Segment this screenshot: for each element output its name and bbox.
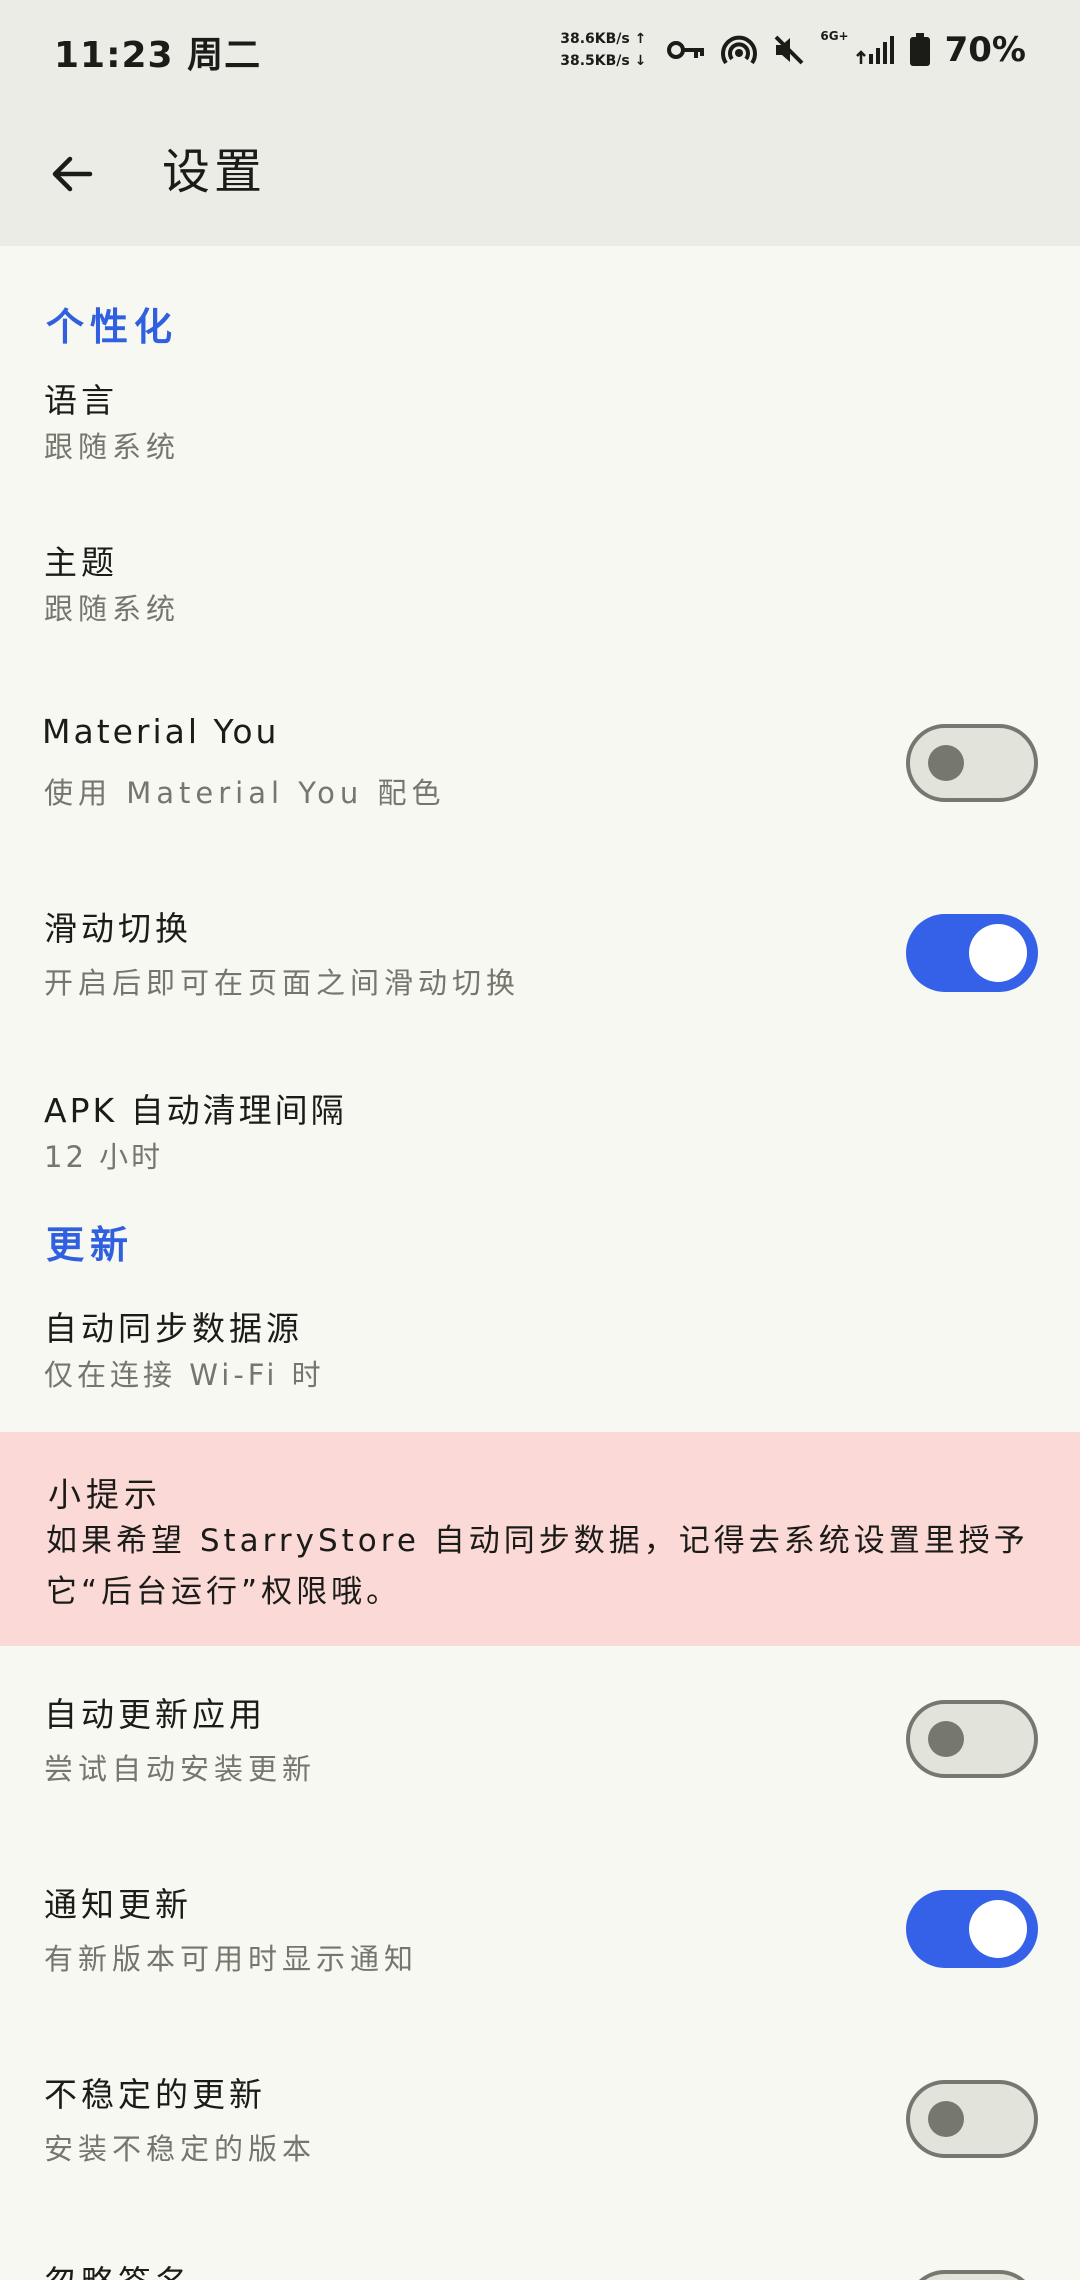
- pref-swipe-switch[interactable]: 滑动切换 开启后即可在页面之间滑动切换: [0, 890, 1080, 1040]
- pref-summary: 安装不稳定的版本: [44, 2132, 317, 2166]
- battery-level: 70%: [944, 30, 1026, 70]
- pref-title: 忽略签名: [44, 2256, 192, 2280]
- ignore-signature-switch[interactable]: [906, 2270, 1038, 2280]
- pref-auto-update[interactable]: 自动更新应用 尝试自动安装更新: [0, 1676, 1080, 1826]
- hotspot-icon: [720, 33, 758, 67]
- mute-icon: [772, 33, 806, 67]
- pref-title: APK 自动清理间隔: [44, 1091, 347, 1130]
- pref-apk-cleanup[interactable]: APK 自动清理间隔 12 小时: [0, 1078, 1080, 1198]
- pref-summary: 有新版本可用时显示通知: [44, 1942, 419, 1976]
- pref-title: 主题: [44, 543, 118, 582]
- switch-knob: [969, 924, 1027, 982]
- tip-title: 小提示: [48, 1475, 162, 1514]
- pref-unstable-update[interactable]: 不稳定的更新 安装不稳定的版本: [0, 2056, 1080, 2206]
- status-icons: 38.6KB/s ↑ 38.5KB/s ↓ 6G+ 70%: [560, 24, 1026, 76]
- pref-title: 自动更新应用: [44, 1695, 266, 1734]
- top-app-bar: 设置: [0, 100, 1080, 246]
- switch-knob: [969, 1900, 1027, 1958]
- pref-title: 通知更新: [44, 1885, 192, 1924]
- pref-material-you[interactable]: Material You 使用 Material You 配色: [0, 700, 1080, 850]
- pref-theme[interactable]: 主题 跟随系统: [0, 524, 1080, 664]
- pref-title: 语言: [44, 381, 118, 420]
- pref-summary: 尝试自动安装更新: [44, 1752, 317, 1786]
- download-speed: 38.5KB/s ↓: [560, 53, 647, 69]
- pref-language[interactable]: 语言 跟随系统: [0, 364, 1080, 504]
- network-speed: 38.6KB/s ↑ 38.5KB/s ↓: [560, 28, 646, 72]
- notify-update-switch[interactable]: [906, 1890, 1038, 1968]
- pref-summary: 开启后即可在页面之间滑动切换: [44, 966, 521, 1000]
- pref-summary: 跟随系统: [44, 592, 181, 626]
- pref-title: 滑动切换: [44, 909, 192, 948]
- tip-card: 小提示 如果希望 StarryStore 自动同步数据，记得去系统设置里授予它“…: [0, 1432, 1080, 1646]
- switch-knob: [928, 745, 964, 781]
- key-icon: [666, 38, 706, 62]
- arrow-back-icon: [52, 156, 93, 192]
- pref-summary: 使用 Material You 配色: [44, 776, 446, 810]
- switch-knob: [928, 1721, 964, 1757]
- pref-title: 自动同步数据源: [44, 1309, 303, 1348]
- material-you-switch[interactable]: [906, 724, 1038, 802]
- tip-body: 如果希望 StarryStore 自动同步数据，记得去系统设置里授予它“后台运行…: [46, 1523, 1029, 1610]
- pref-summary: 仅在连接 Wi-Fi 时: [44, 1358, 325, 1392]
- upload-speed: 38.6KB/s ↑: [560, 31, 647, 47]
- section-header-personalization: 个性化: [46, 305, 179, 349]
- signal-icon: [855, 34, 895, 66]
- back-button[interactable]: [36, 138, 108, 210]
- pref-auto-sync[interactable]: 自动同步数据源 仅在连接 Wi-Fi 时: [0, 1296, 1080, 1416]
- settings-list[interactable]: 个性化 语言 跟随系统 主题 跟随系统 Material You 使用 Mate…: [0, 246, 1080, 2280]
- pref-summary: 12 小时: [44, 1140, 164, 1174]
- pref-ignore-signature[interactable]: 忽略签名: [0, 2246, 1080, 2280]
- swipe-switch-switch[interactable]: [906, 914, 1038, 992]
- page-title: 设置: [162, 144, 267, 200]
- network-type: 6G+: [820, 29, 849, 43]
- switch-knob: [928, 2101, 964, 2137]
- battery-icon: [909, 33, 931, 67]
- pref-title: Material You: [42, 712, 280, 751]
- status-time: 11:23 周二: [54, 35, 262, 76]
- pref-title: 不稳定的更新: [44, 2075, 266, 2114]
- unstable-update-switch[interactable]: [906, 2080, 1038, 2158]
- pref-notify-update[interactable]: 通知更新 有新版本可用时显示通知: [0, 1866, 1080, 2016]
- pref-summary: 跟随系统: [44, 430, 181, 464]
- status-bar: 11:23 周二 38.6KB/s ↑ 38.5KB/s ↓ 6G+ 70%: [0, 0, 1080, 100]
- section-header-update: 更新: [46, 1223, 135, 1267]
- auto-update-switch[interactable]: [906, 1700, 1038, 1778]
